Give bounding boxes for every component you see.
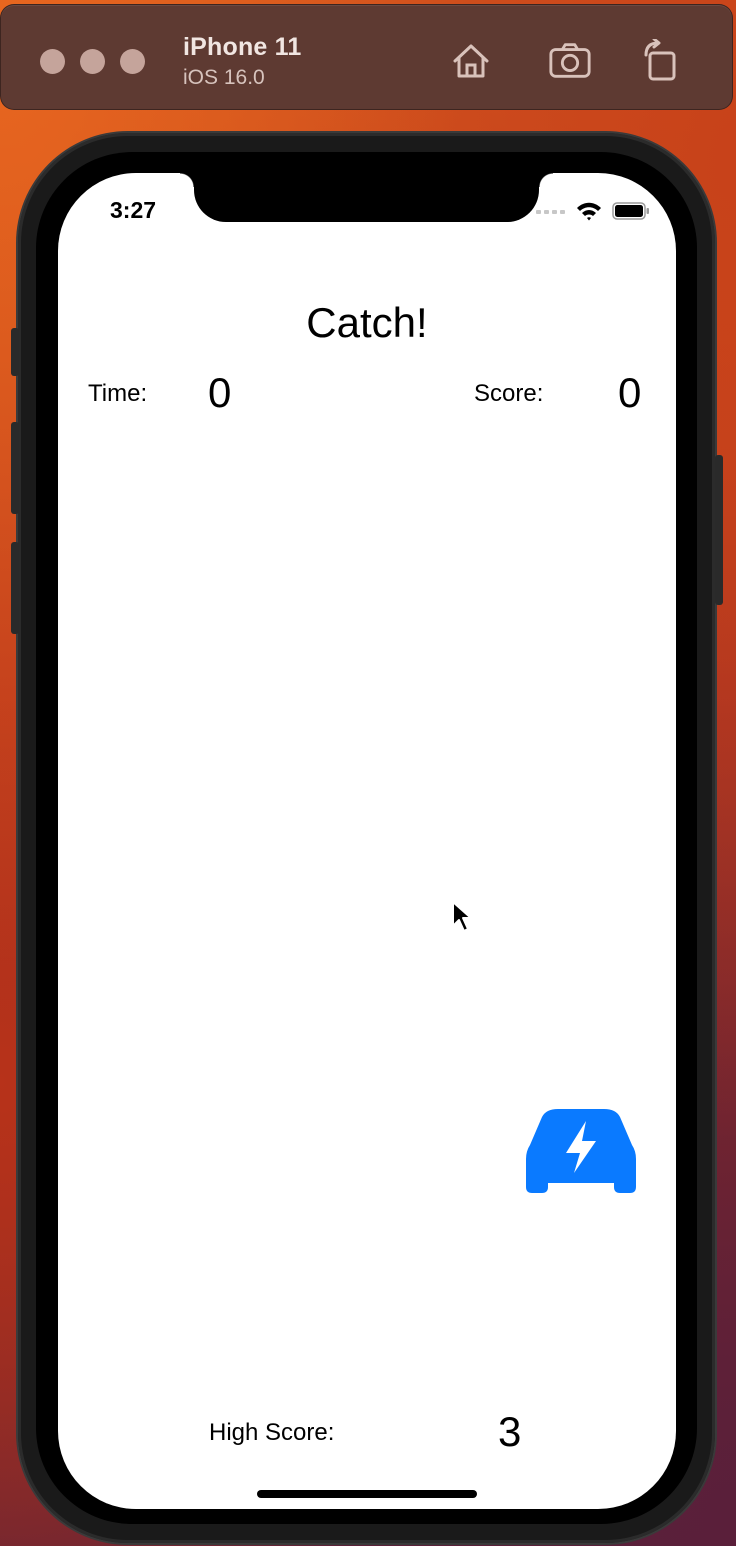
high-score-value: 3 [498, 1408, 522, 1455]
window-close-button[interactable] [40, 49, 65, 74]
notch [180, 173, 553, 222]
wifi-icon [577, 202, 601, 221]
score-label: Score: [474, 380, 544, 407]
time-value: 0 [208, 369, 232, 416]
home-indicator[interactable] [257, 1490, 477, 1498]
screenshot-button[interactable] [548, 39, 592, 83]
home-icon [453, 44, 489, 78]
cellular-signal-icon [536, 210, 565, 214]
rotate-button[interactable] [638, 39, 682, 83]
volume-up-button [11, 422, 19, 514]
score-value: 0 [618, 369, 642, 416]
mute-switch [11, 328, 19, 376]
simulator-toolbar: iPhone 11 iOS 16.0 [0, 4, 733, 110]
os-version: iOS 16.0 [183, 66, 265, 89]
status-icons [536, 201, 650, 221]
window-minimize-button[interactable] [80, 49, 105, 74]
game-title: Catch! [306, 299, 428, 346]
screenshot-icon [549, 43, 591, 78]
high-score-label: High Score: [209, 1419, 335, 1446]
phone-screen: 3:27 Catch! Time: 0 Score: 0 High Score:… [58, 173, 676, 1509]
power-button [715, 455, 723, 605]
home-button[interactable] [449, 39, 493, 83]
volume-down-button [11, 542, 19, 634]
mouse-cursor-icon [452, 901, 472, 932]
status-time: 3:27 [110, 197, 157, 223]
device-name: iPhone 11 [183, 33, 302, 61]
window-maximize-button[interactable] [120, 49, 145, 74]
rotate-icon [644, 39, 676, 81]
electric-car-icon [526, 1109, 636, 1193]
battery-icon [612, 202, 649, 220]
catch-target[interactable] [524, 1107, 638, 1193]
time-label: Time: [88, 380, 148, 407]
